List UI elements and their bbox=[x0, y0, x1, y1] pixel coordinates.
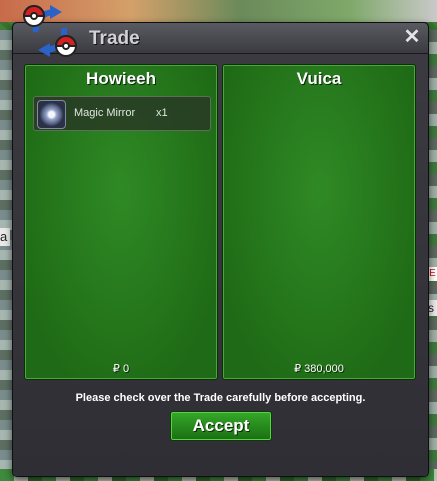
magic-mirror-icon bbox=[37, 100, 66, 129]
left-trader-money: ₽ 0 bbox=[112, 363, 130, 375]
close-icon[interactable]: ✕ bbox=[402, 27, 422, 47]
trade-window: Trade ✕ Howieeh Magic Mirror x1 ₽ 0 Vuic… bbox=[12, 22, 429, 477]
background-tag-right-2: s bbox=[428, 300, 437, 316]
trade-item-row[interactable]: Magic Mirror x1 bbox=[33, 96, 211, 131]
left-trader-name: Howieeh bbox=[86, 69, 156, 88]
trade-pokeball-arrows-icon bbox=[22, 5, 78, 57]
right-trader-panel: Vuica ₽ 380,000 bbox=[222, 64, 416, 380]
background-tag-left: a bbox=[0, 228, 10, 246]
accept-button[interactable]: Accept bbox=[170, 411, 272, 441]
item-quantity: x1 bbox=[156, 107, 168, 119]
background-tag-right: E bbox=[428, 267, 437, 281]
right-trader-name: Vuica bbox=[296, 69, 342, 88]
trade-body: Howieeh Magic Mirror x1 ₽ 0 Vuica ₽ 380,… bbox=[13, 54, 428, 476]
right-trader-money: ₽ 380,000 bbox=[294, 363, 344, 375]
left-trader-panel: Howieeh Magic Mirror x1 ₽ 0 bbox=[24, 64, 218, 380]
item-name: Magic Mirror bbox=[74, 107, 136, 119]
trade-notice: Please check over the Trade carefully be… bbox=[75, 392, 366, 404]
window-title: Trade bbox=[89, 28, 140, 49]
